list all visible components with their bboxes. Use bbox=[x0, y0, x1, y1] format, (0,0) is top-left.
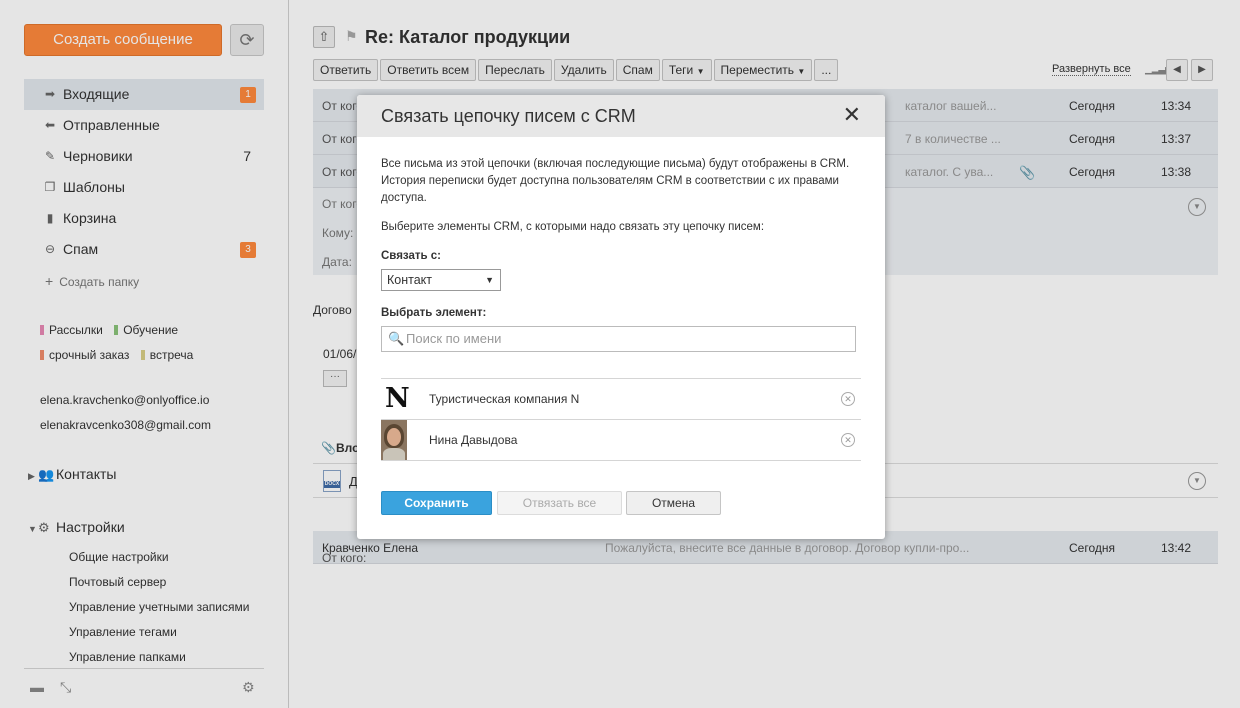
select-element-label: Выбрать элемент: bbox=[381, 307, 487, 319]
cancel-button[interactable]: Отмена bbox=[626, 491, 721, 515]
crm-linked-list: N Туристическая компания N ✕ Нина Давыдо… bbox=[381, 378, 861, 461]
link-with-label: Связать с: bbox=[381, 250, 442, 262]
search-icon: 🔍 bbox=[388, 331, 405, 346]
search-placeholder: Поиск по имени bbox=[406, 331, 502, 346]
link-crm-dialog: Связать цепочку писем с CRM ✕ Все письма… bbox=[357, 95, 885, 539]
crm-list-item: N Туристическая компания N ✕ bbox=[381, 379, 861, 420]
dialog-header: Связать цепочку писем с CRM ✕ bbox=[357, 95, 885, 137]
avatar bbox=[381, 420, 407, 460]
dialog-title: Связать цепочку писем с CRM bbox=[381, 106, 636, 126]
dialog-prompt: Выберите элементы CRM, с которыми надо с… bbox=[381, 221, 765, 233]
crm-item-name: Нина Давыдова bbox=[429, 433, 518, 447]
link-with-value: Контакт bbox=[387, 273, 433, 287]
crm-search-input[interactable]: 🔍 Поиск по имени bbox=[381, 326, 856, 352]
link-with-select[interactable]: Контакт ▼ bbox=[381, 269, 501, 291]
dialog-description: Все письма из этой цепочки (включая посл… bbox=[381, 158, 850, 204]
mail-app: Создать сообщение ⟳ ➡ Входящие 1 ⬅ Отпра… bbox=[0, 0, 1240, 708]
remove-icon[interactable]: ✕ bbox=[841, 392, 855, 406]
company-logo: N bbox=[385, 383, 410, 414]
unlink-all-button[interactable]: Отвязать все bbox=[497, 491, 622, 515]
crm-item-name: Туристическая компания N bbox=[429, 392, 580, 406]
remove-icon[interactable]: ✕ bbox=[841, 433, 855, 447]
close-icon[interactable]: ✕ bbox=[843, 103, 861, 127]
caret-down-icon: ▼ bbox=[485, 275, 494, 285]
save-button[interactable]: Сохранить bbox=[381, 491, 492, 515]
crm-list-item: Нина Давыдова ✕ bbox=[381, 420, 861, 461]
